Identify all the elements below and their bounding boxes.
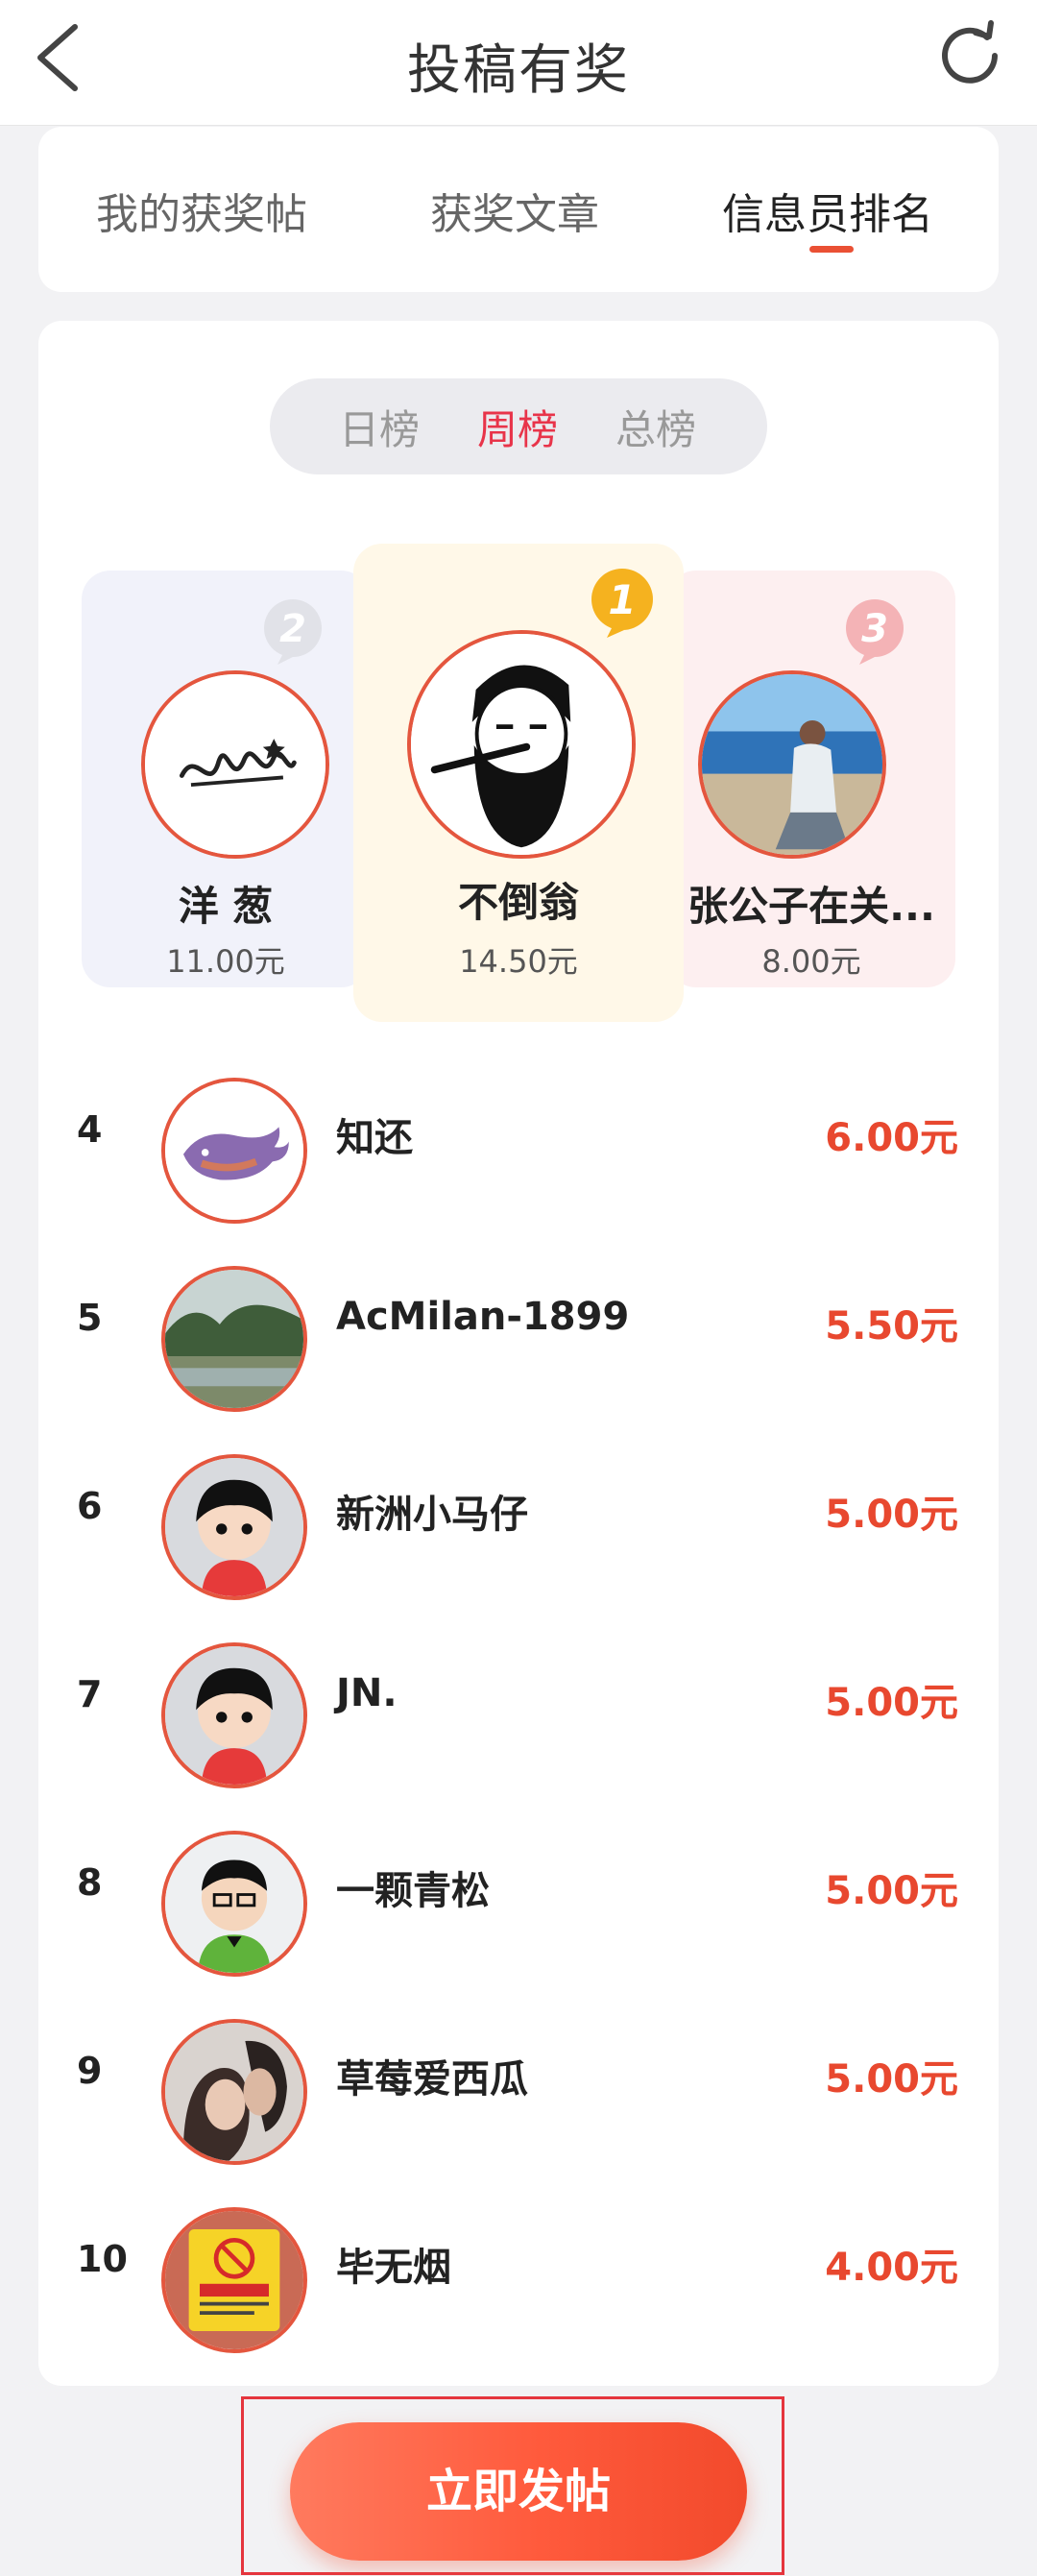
couple-photo-icon bbox=[165, 2023, 303, 2161]
reward-amount: 4.00元 bbox=[825, 2246, 958, 2290]
reward-amount: 5.00元 bbox=[825, 1869, 958, 1913]
avatar bbox=[141, 670, 329, 859]
rank-number: 9 bbox=[77, 2050, 103, 2092]
glasses-man-avatar-icon bbox=[165, 1835, 303, 1973]
user-name: JN. bbox=[336, 1671, 398, 1715]
svg-text:2: 2 bbox=[279, 607, 306, 651]
podium-name: 洋 葱 bbox=[178, 883, 274, 930]
cartoon-boy-avatar-icon bbox=[165, 1646, 303, 1785]
reward-amount: 5.00元 bbox=[825, 1681, 958, 1725]
rank-number: 4 bbox=[77, 1108, 103, 1151]
main-tab-bar: 我的获奖帖 获奖文章 信息员排名 bbox=[38, 127, 999, 292]
svg-text:1: 1 bbox=[608, 576, 636, 623]
avatar bbox=[698, 670, 886, 859]
landscape-photo-icon bbox=[165, 1270, 303, 1408]
period-tab-weekly[interactable]: 周榜 bbox=[477, 398, 558, 456]
user-name: AcMilan-1899 bbox=[336, 1295, 630, 1339]
rank-number: 5 bbox=[77, 1297, 103, 1339]
avatar bbox=[407, 630, 636, 859]
ranking-row[interactable]: 10 毕无烟 4.00元 bbox=[38, 2171, 999, 2359]
svg-text:3: 3 bbox=[861, 607, 888, 651]
podium-second-place[interactable]: 2 洋 葱 11.00元 bbox=[82, 571, 370, 987]
avatar bbox=[161, 2019, 307, 2165]
user-name: 草莓爱西瓜 bbox=[336, 2057, 528, 2102]
reward-amount: 5.50元 bbox=[825, 1304, 958, 1349]
reward-amount: 5.00元 bbox=[825, 1493, 958, 1537]
reward-amount: 5.00元 bbox=[825, 2057, 958, 2102]
post-now-button[interactable]: 立即发帖 bbox=[290, 2422, 747, 2561]
podium-amount: 8.00元 bbox=[761, 943, 861, 980]
ranking-row[interactable]: 4 知还 6.00元 bbox=[38, 1041, 999, 1229]
podium-amount: 11.00元 bbox=[166, 943, 285, 980]
rank-3-badge-icon: 3 bbox=[846, 599, 904, 665]
rank-number: 8 bbox=[77, 1861, 103, 1904]
podium-amount: 14.50元 bbox=[459, 943, 578, 980]
period-selector: 日榜 周榜 总榜 bbox=[270, 378, 767, 474]
user-name: 一颗青松 bbox=[336, 1869, 490, 1913]
cartoon-boy-avatar-icon bbox=[165, 1458, 303, 1596]
refresh-button[interactable] bbox=[931, 17, 1008, 94]
ranking-row[interactable]: 8 一颗青松 5.00元 bbox=[38, 1794, 999, 1982]
period-tab-daily[interactable]: 日榜 bbox=[339, 398, 420, 456]
refresh-icon bbox=[942, 20, 998, 84]
active-tab-indicator bbox=[809, 246, 854, 253]
top-nav-bar: 投稿有奖 bbox=[0, 0, 1037, 126]
ranking-row[interactable]: 9 草莓爱西瓜 5.00元 bbox=[38, 1982, 999, 2171]
avatar bbox=[161, 1831, 307, 1977]
tab-awarded-articles[interactable]: 获奖文章 bbox=[430, 180, 599, 241]
whale-illustration-icon bbox=[165, 1081, 303, 1220]
podium-third-place[interactable]: 3 张公子在关... 8.00元 bbox=[667, 571, 955, 987]
tab-reporter-ranking[interactable]: 信息员排名 bbox=[722, 180, 933, 241]
rank-number: 7 bbox=[77, 1673, 103, 1715]
ranking-card: 日榜 周榜 总榜 2 洋 葱 11.00元 3 张公子在关... 8.00元 1… bbox=[38, 321, 999, 2386]
reward-amount: 6.00元 bbox=[825, 1116, 958, 1160]
period-tab-total[interactable]: 总榜 bbox=[615, 398, 696, 456]
rank-1-badge-icon: 1 bbox=[591, 569, 653, 638]
avatar bbox=[161, 1454, 307, 1600]
avatar bbox=[161, 1078, 307, 1224]
ranking-row[interactable]: 6 新洲小马仔 5.00元 bbox=[38, 1418, 999, 1606]
podium-first-place[interactable]: 1 不倒翁 14.50元 bbox=[353, 544, 684, 1022]
no-smoking-sign-icon bbox=[165, 2211, 303, 2349]
rank-number: 6 bbox=[77, 1485, 103, 1527]
signature-logo-icon bbox=[145, 674, 326, 855]
ranking-row[interactable]: 5 AcMilan-1899 5.50元 bbox=[38, 1229, 999, 1418]
rank-2-badge-icon: 2 bbox=[264, 599, 322, 665]
rank-number: 10 bbox=[77, 2238, 128, 2280]
avatar bbox=[161, 1266, 307, 1412]
user-name: 毕无烟 bbox=[336, 2246, 451, 2290]
user-name: 知还 bbox=[336, 1116, 413, 1160]
podium-name: 张公子在关... bbox=[687, 883, 935, 930]
ranking-row[interactable]: 7 JN. 5.00元 bbox=[38, 1606, 999, 1794]
avatar bbox=[161, 2207, 307, 2353]
page-title: 投稿有奖 bbox=[407, 39, 630, 102]
bearded-man-portrait-icon bbox=[411, 634, 632, 855]
beach-photo-icon bbox=[702, 674, 882, 855]
podium-name: 不倒翁 bbox=[457, 879, 579, 926]
avatar bbox=[161, 1642, 307, 1788]
user-name: 新洲小马仔 bbox=[336, 1493, 528, 1537]
tab-my-awarded-posts[interactable]: 我的获奖帖 bbox=[96, 180, 307, 241]
